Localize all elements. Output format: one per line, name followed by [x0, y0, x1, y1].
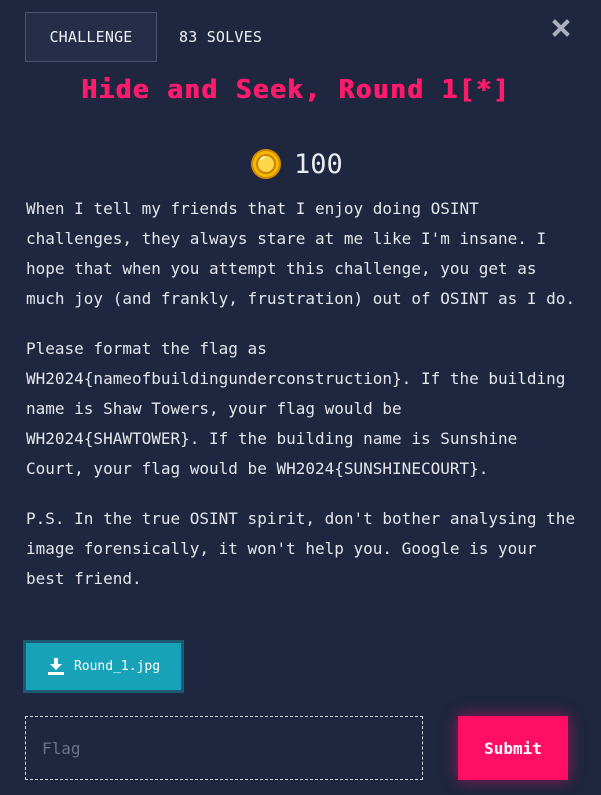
description-paragraph: Please format the flag as WH2024{nameofb…	[26, 339, 566, 478]
challenge-description: When I tell my friends that I enjoy doin…	[26, 194, 576, 614]
submit-button[interactable]: Submit	[458, 716, 568, 780]
attachment-filename: Round_1.jpg	[73, 659, 161, 674]
close-icon[interactable]	[551, 18, 571, 38]
tab-solves[interactable]: 83 SOLVES	[157, 12, 284, 62]
points-value: 100	[294, 148, 343, 180]
flag-input[interactable]	[25, 716, 423, 780]
tab-bar: CHALLENGE 83 SOLVES	[25, 11, 284, 63]
description-paragraph: When I tell my friends that I enjoy doin…	[26, 199, 576, 308]
coin-icon	[251, 149, 281, 179]
challenge-title: Hide and Seek, Round 1[*]	[81, 75, 510, 105]
tab-challenge[interactable]: CHALLENGE	[25, 12, 157, 62]
download-icon	[47, 658, 64, 675]
download-attachment-button[interactable]: Round_1.jpg	[23, 640, 184, 693]
challenge-points: 100	[250, 146, 343, 182]
description-paragraph: P.S. In the true OSINT spirit, don't bot…	[26, 509, 576, 588]
